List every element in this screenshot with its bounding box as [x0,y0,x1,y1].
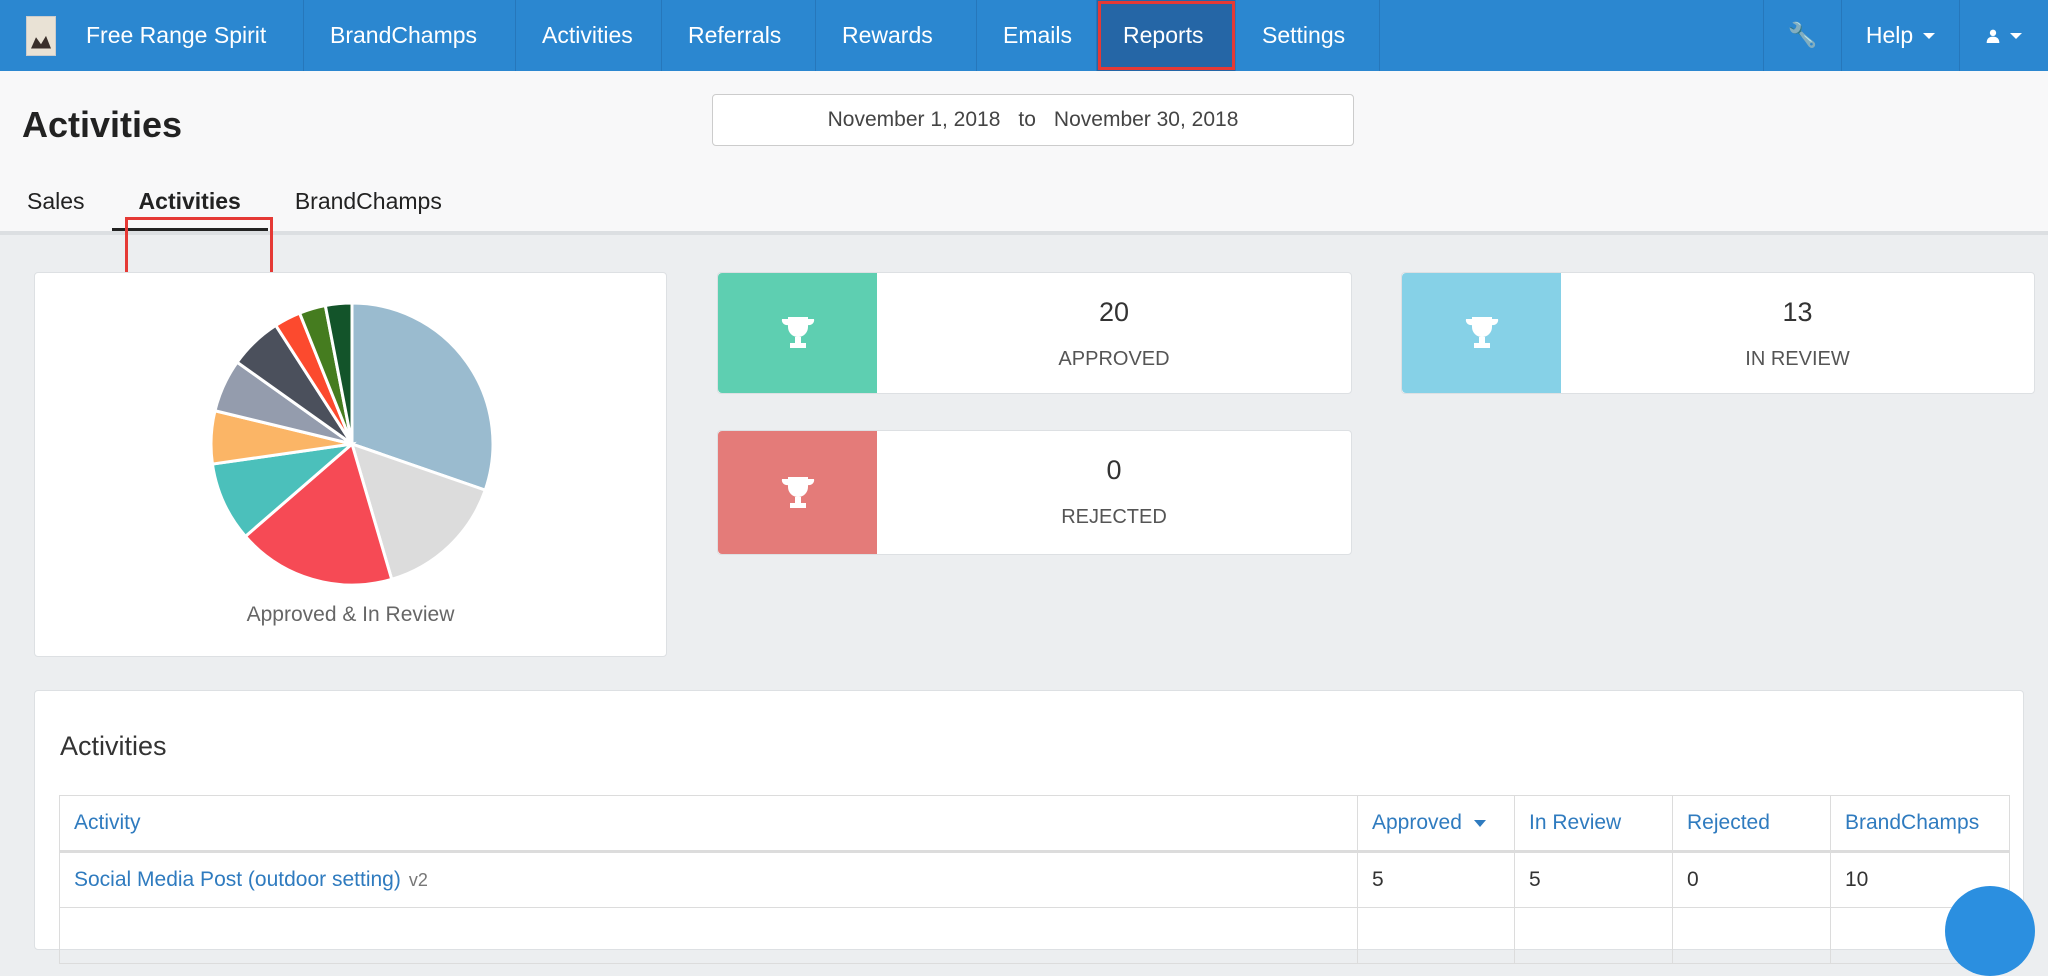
col-in-review[interactable]: In Review [1514,795,1673,853]
rejected-count: 0 [1106,455,1122,485]
stat-approved: 20 APPROVED [717,272,1352,394]
date-separator: to [1018,108,1036,131]
activities-card: Activities Activity Approved In Review R… [34,690,2024,964]
pie-title: Approved & In Review [246,603,455,626]
page-title: Activities [22,104,183,145]
approved-label: APPROVED [1058,348,1170,370]
nav-rewards[interactable]: Rewards [816,0,977,71]
col-rejected[interactable]: Rejected [1672,795,1831,853]
chevron-down-icon [2010,32,2022,39]
nav-brandchamps[interactable]: BrandChamps [304,0,516,71]
pie-chart [209,301,495,587]
chat-launcher-button[interactable] [1945,886,2035,976]
top-nav: Free Range Spirit BrandChamps Activities… [0,0,2048,71]
nav-activities[interactable]: Activities [516,0,662,71]
in-review-label: IN REVIEW [1745,348,1850,370]
nav-reports[interactable]: Reports [1097,0,1236,71]
activity-link[interactable]: Social Media Post (outdoor setting) [74,868,401,891]
table-row: Social Media Post (outdoor setting) v2 5 … [59,851,2010,908]
tab-sales[interactable]: Sales [0,183,112,231]
approved-count: 20 [1098,297,1130,327]
in-review-count: 13 [1782,297,1813,327]
cell-approved: 5 [1357,851,1515,908]
chevron-down-icon [1923,32,1936,39]
user-icon [1986,29,2000,43]
stat-rejected: 0 REJECTED [717,430,1352,555]
table-header: Activity Approved In Review Rejected Bra… [59,795,2010,853]
nav-brand[interactable]: Free Range Spirit [0,0,304,71]
col-approved[interactable]: Approved [1357,795,1515,853]
trophy-icon [718,273,877,393]
cell-rejected: 0 [1672,851,1831,908]
trophy-icon [1402,273,1561,393]
col-brandchamps[interactable]: BrandChamps [1830,795,2010,853]
pie-card: Approved & In Review [34,272,667,657]
section-title: Activities [60,731,167,761]
nav-emails[interactable]: Emails [977,0,1097,71]
rejected-label: REJECTED [1061,506,1167,528]
tools-button[interactable]: 🔧 [1763,0,1841,71]
sort-desc-icon [1473,819,1486,827]
user-menu[interactable] [1959,0,2048,71]
stat-in-review: 13 IN REVIEW [1401,272,2035,394]
date-from: November 1, 2018 [827,108,1001,131]
brand-name: Free Range Spirit [86,22,267,48]
table-row [59,907,2010,964]
activities-table: Activity Approved In Review Rejected Bra… [59,795,2010,964]
wrench-icon: 🔧 [1787,22,1818,49]
tab-brandchamps[interactable]: BrandChamps [268,183,469,231]
nav-referrals[interactable]: Referrals [662,0,816,71]
brand-logo [26,15,56,56]
help-menu[interactable]: Help [1841,0,1959,71]
trophy-icon [718,431,877,554]
version-tag: v2 [408,870,428,890]
col-activity[interactable]: Activity [59,795,1358,853]
nav-settings[interactable]: Settings [1236,0,1380,71]
cell-in-review: 5 [1514,851,1673,908]
date-to: November 30, 2018 [1053,108,1239,131]
date-range-picker[interactable]: November 1, 2018 to November 30, 2018 [712,94,1354,146]
page-header: Activities November 1, 2018 to November 30… [0,71,2048,329]
help-label: Help [1865,22,1914,48]
